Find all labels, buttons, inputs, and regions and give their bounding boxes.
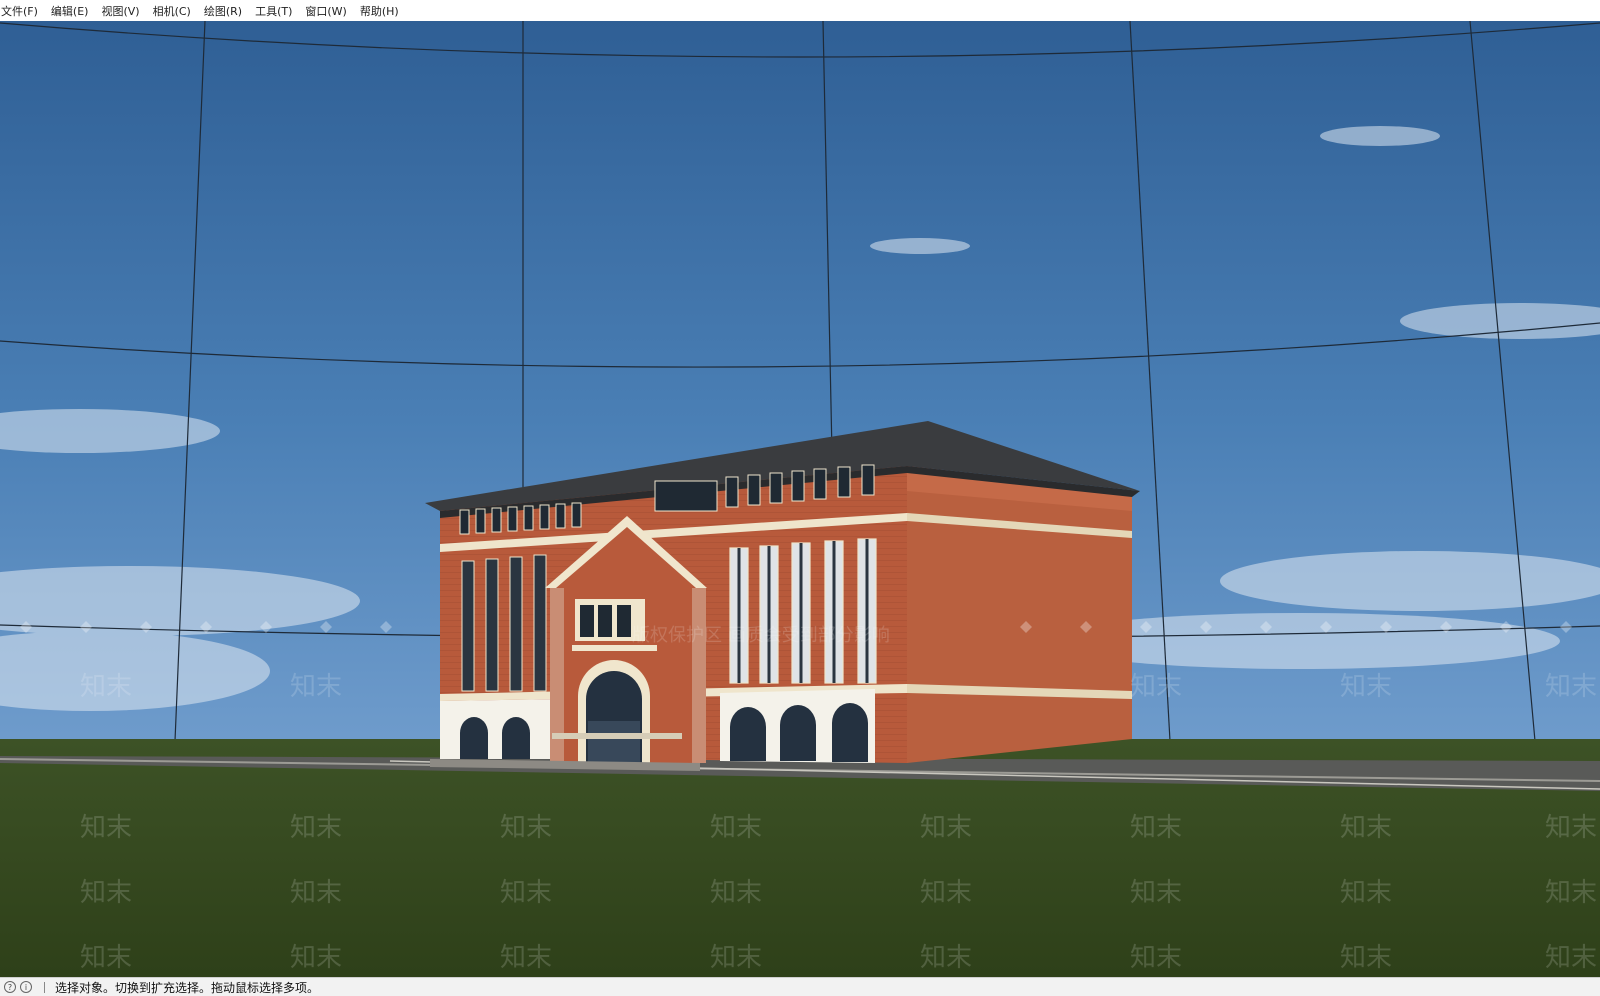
watermark-text: 知末 (290, 813, 342, 843)
menu-edit[interactable]: 编辑(E) (51, 3, 95, 19)
menu-help[interactable]: 帮助(H) (360, 3, 405, 19)
watermark-text: 知末 (710, 813, 762, 843)
menu-bar: 文件(F) 编辑(E) 视图(V) 相机(C) 绘图(R) 工具(T) 窗口(W… (0, 0, 1600, 21)
watermark-text: 知末 (290, 943, 342, 973)
watermark-text: 知末 (1340, 878, 1392, 908)
menu-draw[interactable]: 绘图(R) (204, 3, 248, 19)
menu-view[interactable]: 视图(V) (101, 3, 145, 19)
watermark-text: 知末 (80, 878, 132, 908)
watermark-text: 知末 (500, 878, 552, 908)
3d-viewport[interactable]: 知末 知末 知末 知末 知末 知末 知末 知末 知末 知末 知末 知末 知末 知… (0, 21, 1600, 977)
watermark-text: 知末 (1545, 878, 1597, 908)
menu-camera[interactable]: 相机(C) (153, 3, 197, 19)
menu-tools[interactable]: 工具(T) (255, 3, 298, 19)
watermark-text: 知末 (1545, 943, 1597, 973)
watermark-text: 知末 (1340, 943, 1392, 973)
watermark-text: 知末 (920, 813, 972, 843)
status-bar: ? i 选择对象。切换到扩充选择。拖动鼠标选择多项。 (0, 977, 1600, 996)
watermark-text: 知末 (710, 878, 762, 908)
watermark-text: 知末 (290, 878, 342, 908)
watermark-text: 知末 (920, 943, 972, 973)
watermark-text: 知末 (80, 672, 132, 702)
scene-canvas: 知末 知末 知末 知末 知末 知末 知末 知末 知末 知末 知末 知末 知末 知… (0, 21, 1600, 977)
watermark-text: 知末 (1130, 943, 1182, 973)
protection-text: 版权保护区 画质会受到部分影响 (632, 625, 890, 646)
watermark-text: 知末 (80, 813, 132, 843)
watermark-text: 知末 (1130, 672, 1182, 702)
menu-window[interactable]: 窗口(W) (305, 3, 352, 19)
watermark-text: 知末 (500, 943, 552, 973)
watermark-text: 知末 (1130, 878, 1182, 908)
info-icon[interactable]: i (20, 981, 32, 993)
watermark-text: 知末 (710, 943, 762, 973)
watermark-text: 知末 (500, 813, 552, 843)
watermark-text: 知末 (1545, 672, 1597, 702)
help-icon[interactable]: ? (4, 981, 16, 993)
watermark-text: 知末 (1130, 813, 1182, 843)
status-divider (44, 981, 45, 993)
watermark-text: 知末 (1340, 813, 1392, 843)
watermark-text: 知末 (920, 878, 972, 908)
watermark-text: 知末 (1545, 813, 1597, 843)
status-message: 选择对象。切换到扩充选择。拖动鼠标选择多项。 (55, 980, 320, 995)
watermark-text: 知末 (1340, 672, 1392, 702)
watermark-text: 知末 (290, 672, 342, 702)
menu-file[interactable]: 文件(F) (1, 3, 44, 19)
watermark-text: 知末 (80, 943, 132, 973)
